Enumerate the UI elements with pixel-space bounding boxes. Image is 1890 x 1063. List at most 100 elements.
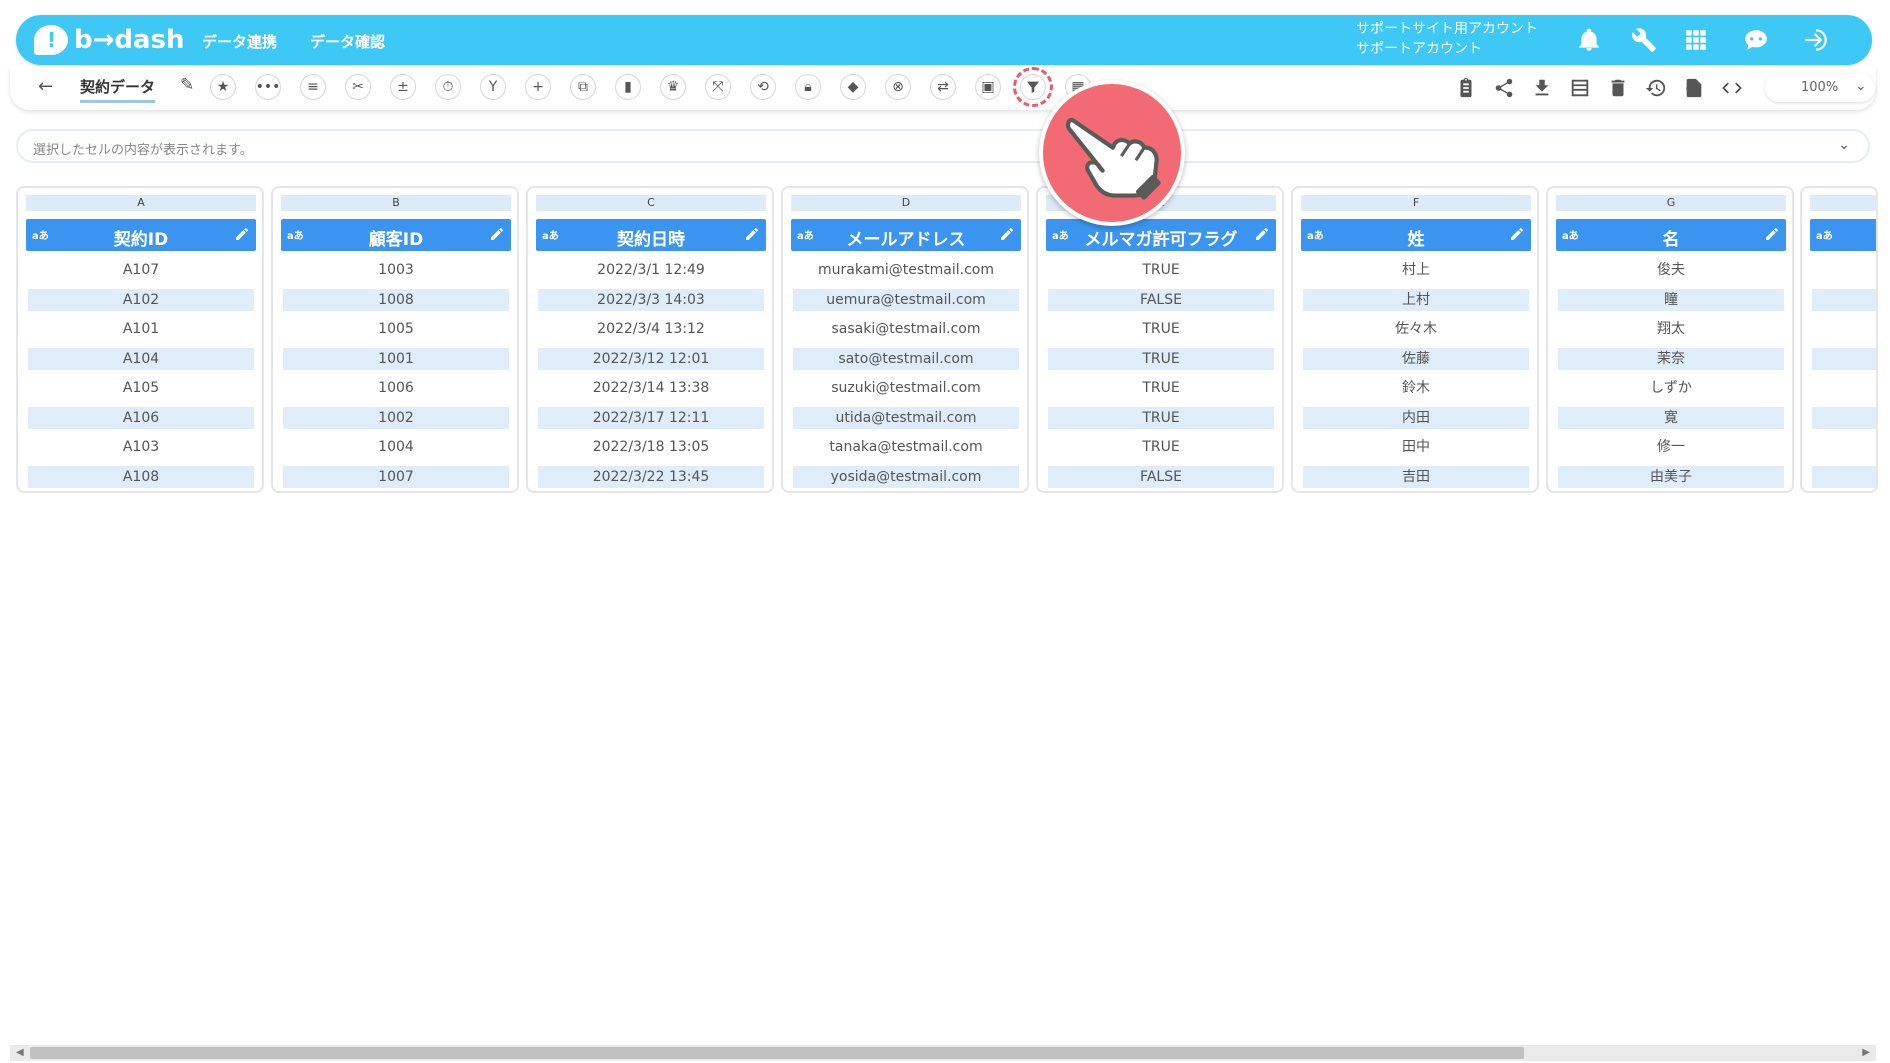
lock-icon[interactable]: 🔒︎ xyxy=(795,74,821,100)
list-view-icon[interactable] xyxy=(1568,76,1592,100)
column-letter[interactable]: G xyxy=(1556,195,1786,211)
table-cell[interactable]: 1004 xyxy=(283,436,509,458)
chevron-down-icon[interactable]: ⌄ xyxy=(1838,137,1850,153)
table-cell[interactable] xyxy=(1812,318,1876,340)
table-cell[interactable]: A106 xyxy=(28,406,254,429)
table-cell[interactable]: 上村 xyxy=(1303,288,1529,311)
code-embed-icon[interactable] xyxy=(1720,76,1744,100)
crown-icon[interactable]: ♛ xyxy=(660,74,686,100)
timer-icon[interactable]: ⏱ xyxy=(435,74,461,100)
table-cell[interactable]: TRUE xyxy=(1048,347,1274,370)
table-cell[interactable]: 1002 xyxy=(283,406,509,429)
table-cell[interactable] xyxy=(1812,377,1876,399)
table-cell[interactable]: TRUE xyxy=(1048,318,1274,340)
app-logo[interactable]: b→dash xyxy=(34,21,185,59)
column-letter[interactable]: F xyxy=(1301,195,1531,211)
table-cell[interactable]: murakami@testmail.com xyxy=(793,259,1019,281)
column-header[interactable]: aあ名 xyxy=(1556,219,1786,251)
table-cell[interactable]: TRUE xyxy=(1048,436,1274,458)
table-cell[interactable]: A104 xyxy=(28,347,254,370)
expand-icon[interactable]: ⤧ xyxy=(705,74,731,100)
edit-pencil-icon[interactable] xyxy=(234,226,250,242)
edit-pencil-icon[interactable] xyxy=(999,226,1015,242)
table-cell[interactable]: A107 xyxy=(28,259,254,281)
table-cell[interactable]: A101 xyxy=(28,318,254,340)
column-letter[interactable]: B xyxy=(281,195,511,211)
scrollbar-thumb[interactable] xyxy=(30,1047,1524,1059)
formula-icon[interactable]: ± xyxy=(390,74,416,100)
table-cell[interactable]: 翔太 xyxy=(1558,318,1784,340)
zoom-select[interactable]: 100% ⌄ xyxy=(1765,74,1875,102)
table-cell[interactable]: 2022/3/18 13:05 xyxy=(538,436,764,458)
frame-icon[interactable]: ▣ xyxy=(975,74,1001,100)
table-cell[interactable]: 田中 xyxy=(1303,436,1529,458)
table-cell[interactable]: sasaki@testmail.com xyxy=(793,318,1019,340)
history-icon[interactable] xyxy=(1644,76,1668,100)
favorite-star-icon[interactable]: ★ xyxy=(210,74,236,100)
box-icon[interactable]: ◆ xyxy=(840,74,866,100)
table-cell[interactable]: FALSE xyxy=(1048,288,1274,311)
column-header[interactable]: aあ 顧客ID xyxy=(281,219,511,251)
table-cell[interactable]: 2022/3/17 12:11 xyxy=(538,406,764,429)
table-cell[interactable]: A103 xyxy=(28,436,254,458)
table-cell[interactable] xyxy=(1812,259,1876,281)
table-cell[interactable]: 吉田 xyxy=(1303,465,1529,488)
table-cell[interactable]: uemura@testmail.com xyxy=(793,288,1019,311)
nav-data-integration[interactable]: データ連携 xyxy=(202,31,277,52)
logout-icon[interactable] xyxy=(1801,25,1831,55)
table-cell[interactable]: TRUE xyxy=(1048,259,1274,281)
repeat-icon[interactable]: ⟲ xyxy=(750,74,776,100)
column-header[interactable]: aあ 契約ID xyxy=(26,219,256,251)
table-cell[interactable] xyxy=(1812,347,1876,370)
rename-pencil-icon[interactable]: ✎ xyxy=(180,75,194,95)
table-cell[interactable]: 2022/3/1 12:49 xyxy=(538,259,764,281)
table-cell[interactable]: TRUE xyxy=(1048,377,1274,399)
cancel-circle-icon[interactable]: ⊗ xyxy=(885,74,911,100)
table-cell[interactable]: 1005 xyxy=(283,318,509,340)
app-grid-icon[interactable] xyxy=(1681,25,1711,55)
table-cell[interactable]: 俊夫 xyxy=(1558,259,1784,281)
nav-data-check[interactable]: データ確認 xyxy=(310,31,385,52)
table-cell[interactable] xyxy=(1812,436,1876,458)
table-cell[interactable]: 2022/3/22 13:45 xyxy=(538,465,764,488)
column-header[interactable]: aあ メルマガ許可フラグ xyxy=(1046,219,1276,251)
table-cell[interactable]: 茉奈 xyxy=(1558,347,1784,370)
back-arrow-icon[interactable]: ← xyxy=(38,76,53,97)
edit-pencil-icon[interactable] xyxy=(1254,226,1270,242)
merge-branch-icon[interactable]: Y xyxy=(480,74,506,100)
table-cell[interactable]: A108 xyxy=(28,465,254,488)
table-cell[interactable]: 1003 xyxy=(283,259,509,281)
download-icon[interactable] xyxy=(1530,76,1554,100)
table-cell[interactable]: 2022/3/4 13:12 xyxy=(538,318,764,340)
table-cell[interactable]: 佐藤 xyxy=(1303,347,1529,370)
account-info[interactable]: サポートサイト用アカウント サポートアカウント xyxy=(1356,19,1538,59)
table-cell[interactable]: 2022/3/12 12:01 xyxy=(538,347,764,370)
table-cell[interactable]: 1007 xyxy=(283,465,509,488)
scroll-right-icon[interactable]: ▶ xyxy=(1862,1045,1870,1061)
scroll-left-icon[interactable]: ◀ xyxy=(16,1045,24,1061)
table-cell[interactable]: 寛 xyxy=(1558,406,1784,429)
table-cell[interactable]: A105 xyxy=(28,377,254,399)
horizontal-scrollbar[interactable]: ◀ ▶ xyxy=(10,1045,1876,1061)
bell-icon[interactable] xyxy=(1574,25,1604,55)
table-cell[interactable]: tanaka@testmail.com xyxy=(793,436,1019,458)
column-header[interactable]: aあ契 xyxy=(1810,219,1876,251)
table-cell[interactable]: utida@testmail.com xyxy=(793,406,1019,429)
table-cell[interactable]: A102 xyxy=(28,288,254,311)
share-icon[interactable] xyxy=(1492,76,1516,100)
text-lines-icon[interactable]: ≡ xyxy=(300,74,326,100)
clipboard-icon[interactable] xyxy=(1454,76,1478,100)
table-cell[interactable]: yosida@testmail.com xyxy=(793,465,1019,488)
table-cell[interactable]: FALSE xyxy=(1048,465,1274,488)
column-letter[interactable]: D xyxy=(791,195,1021,211)
copy-icon[interactable]: ⧉ xyxy=(570,74,596,100)
table-cell[interactable]: 佐々木 xyxy=(1303,318,1529,340)
filter-icon[interactable] xyxy=(1013,67,1053,107)
table-cell[interactable] xyxy=(1812,465,1876,488)
support-chat-icon[interactable] xyxy=(1741,25,1771,55)
edit-pencil-icon[interactable] xyxy=(1764,226,1780,242)
edit-pencil-icon[interactable] xyxy=(489,226,505,242)
table-cell[interactable]: 瞳 xyxy=(1558,288,1784,311)
table-cell[interactable]: 内田 xyxy=(1303,406,1529,429)
column-letter[interactable]: A xyxy=(26,195,256,211)
